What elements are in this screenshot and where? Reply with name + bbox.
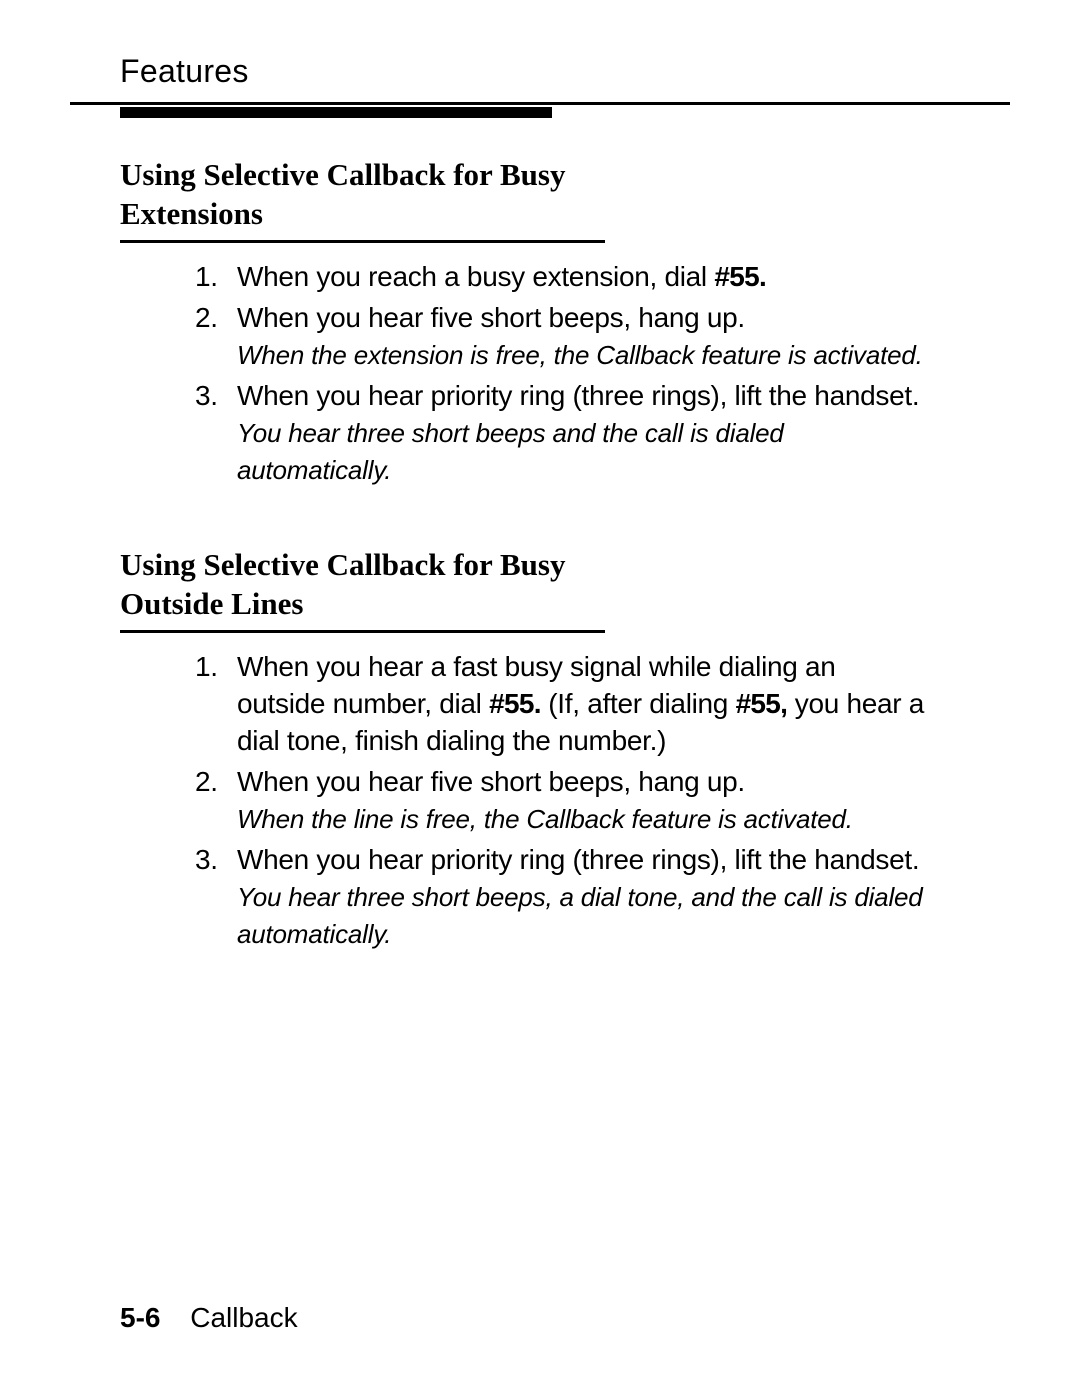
section-title: Using Selective Callback for Busy Extens… bbox=[120, 156, 928, 234]
step-number: 2. bbox=[195, 300, 237, 374]
section-gap bbox=[70, 492, 1010, 532]
section-title-line1: Using Selective Callback for Busy bbox=[120, 157, 566, 192]
section-rule bbox=[120, 630, 605, 633]
step-body: When you hear a fast busy signal while d… bbox=[237, 649, 928, 760]
note-part: Callback bbox=[596, 340, 701, 370]
step-note: When the line is free, the Callback feat… bbox=[237, 804, 853, 834]
header-rule-thick bbox=[120, 107, 552, 118]
step-number: 2. bbox=[195, 764, 237, 838]
step-2: 2. When you hear five short beeps, hang … bbox=[195, 300, 928, 374]
step-2: 2. When you hear five short beeps, hang … bbox=[195, 764, 928, 838]
section-rule bbox=[120, 240, 605, 243]
footer-label: Callback bbox=[190, 1302, 297, 1333]
step-number: 3. bbox=[195, 378, 237, 489]
dial-code: #55. bbox=[489, 688, 541, 719]
step-text: When you hear priority ring (three rings… bbox=[237, 844, 919, 875]
steps-list: 1. When you hear a fast busy signal whil… bbox=[195, 649, 928, 953]
section-title-line1: Using Selective Callback for Busy bbox=[120, 547, 566, 582]
step-body: When you reach a busy extension, dial #5… bbox=[237, 259, 928, 296]
header-rule-top bbox=[70, 102, 1010, 105]
step-number: 1. bbox=[195, 649, 237, 760]
header-title: Features bbox=[120, 50, 1010, 92]
step-note: You hear three short beeps, a dial tone,… bbox=[237, 882, 923, 949]
section-busy-outside-lines: Using Selective Callback for Busy Outsid… bbox=[120, 546, 928, 952]
step-3: 3. When you hear priority ring (three ri… bbox=[195, 842, 928, 953]
step-text: (If, after dialing bbox=[541, 688, 736, 719]
page-number: 5-6 bbox=[120, 1302, 160, 1333]
step-text: When you hear five short beeps, hang up. bbox=[237, 302, 745, 333]
page-header: Features bbox=[120, 50, 1010, 92]
step-number: 1. bbox=[195, 259, 237, 296]
step-body: When you hear priority ring (three rings… bbox=[237, 378, 928, 489]
section-title-line2: Outside Lines bbox=[120, 586, 303, 621]
step-body: When you hear five short beeps, hang up.… bbox=[237, 300, 928, 374]
step-text: When you hear priority ring (three rings… bbox=[237, 380, 919, 411]
steps-list: 1. When you reach a busy extension, dial… bbox=[195, 259, 928, 489]
dial-code: #55. bbox=[714, 261, 766, 292]
step-body: When you hear priority ring (three rings… bbox=[237, 842, 928, 953]
note-part: When the extension is free, the bbox=[237, 340, 596, 370]
step-text: When you reach a busy extension, dial bbox=[237, 261, 714, 292]
section-title: Using Selective Callback for Busy Outsid… bbox=[120, 546, 928, 624]
step-body: When you hear five short beeps, hang up.… bbox=[237, 764, 928, 838]
step-note: You hear three short beeps and the call … bbox=[237, 418, 784, 485]
step-1: 1. When you hear a fast busy signal whil… bbox=[195, 649, 928, 760]
page-footer: 5-6 Callback bbox=[120, 1300, 298, 1337]
dial-code: #55, bbox=[736, 688, 788, 719]
section-busy-extensions: Using Selective Callback for Busy Extens… bbox=[120, 156, 928, 488]
step-3: 3. When you hear priority ring (three ri… bbox=[195, 378, 928, 489]
page: Features Using Selective Callback for Bu… bbox=[0, 0, 1080, 1395]
step-number: 3. bbox=[195, 842, 237, 953]
note-part: feature is activated. bbox=[701, 340, 922, 370]
step-1: 1. When you reach a busy extension, dial… bbox=[195, 259, 928, 296]
section-title-line2: Extensions bbox=[120, 196, 263, 231]
step-text: When you hear five short beeps, hang up. bbox=[237, 766, 745, 797]
step-note: When the extension is free, the Callback… bbox=[237, 340, 923, 370]
